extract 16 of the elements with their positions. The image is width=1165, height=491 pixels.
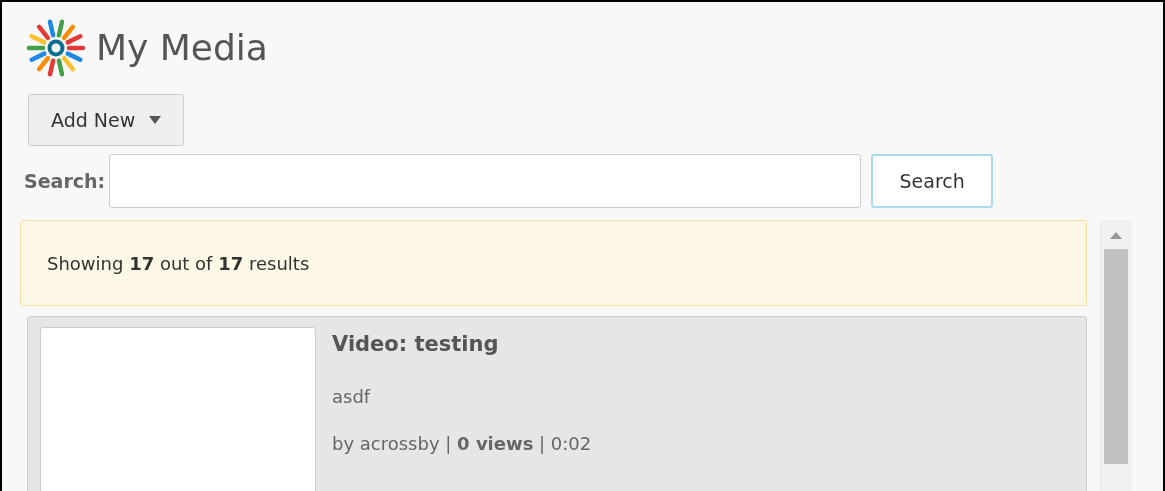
media-meta: by acrossby | 0 views | 0:02 (332, 431, 592, 456)
results-count: Showing 17 out of 17 results (47, 251, 310, 276)
caret-down-icon (149, 116, 162, 124)
media-card[interactable]: Video: testing asdf by acrossby | 0 views | 0:02 (27, 316, 1087, 491)
page-title: My Media (96, 30, 268, 66)
search-label: Search: (24, 168, 106, 194)
media-description: asdf (332, 384, 372, 409)
scrollbar[interactable] (1099, 220, 1132, 491)
media-thumbnail[interactable] (40, 327, 316, 491)
media-title[interactable]: Video: testing (332, 329, 592, 361)
search-button[interactable]: Search (871, 154, 994, 208)
scroll-up-icon[interactable] (1109, 232, 1122, 239)
add-new-button[interactable]: Add New (28, 94, 185, 146)
sunburst-logo-icon (26, 18, 86, 78)
search-field[interactable] (109, 154, 862, 208)
scrollbar-thumb[interactable] (1103, 249, 1128, 464)
